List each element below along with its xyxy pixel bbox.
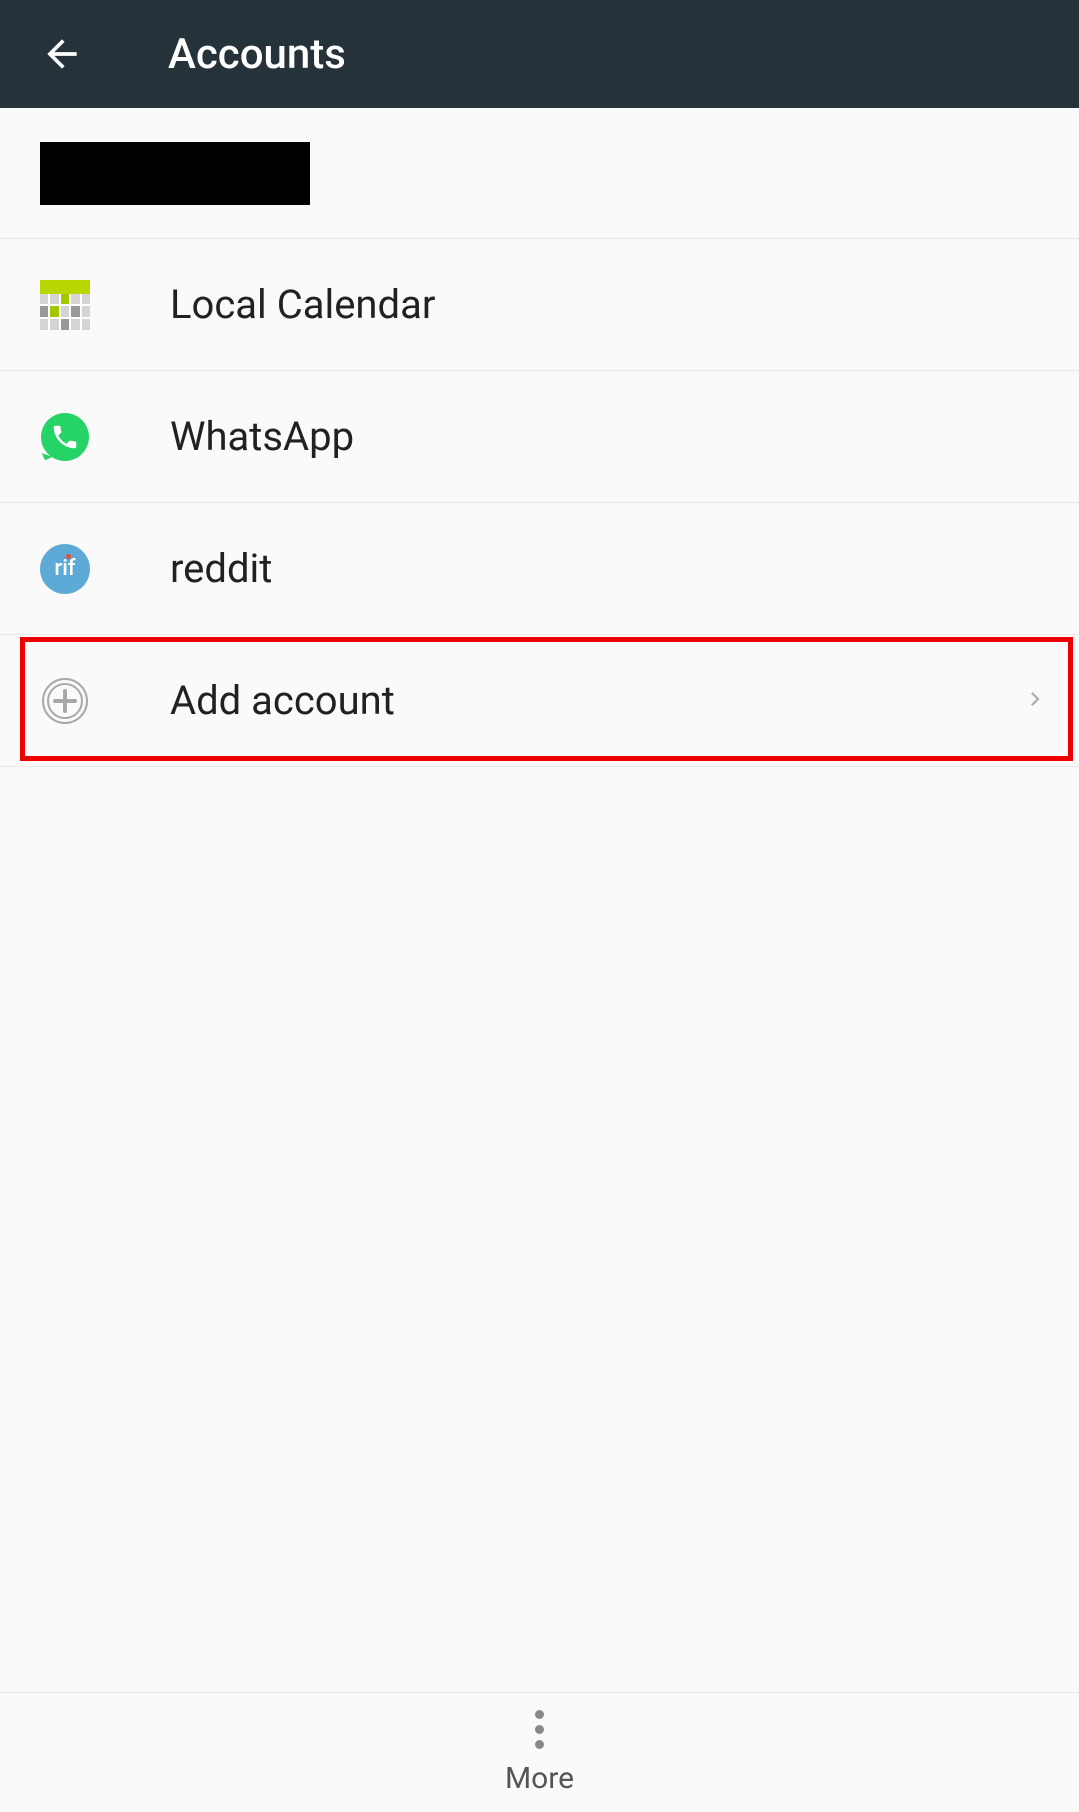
account-item-whatsapp[interactable]: WhatsApp (0, 371, 1079, 503)
plus-circle-icon (40, 676, 90, 726)
calendar-icon (40, 280, 90, 330)
add-account-label: Add account (170, 677, 395, 724)
more-menu-button[interactable] (535, 1710, 544, 1749)
add-account-button[interactable]: Add account (0, 635, 1079, 767)
accounts-list: Local Calendar WhatsApp rif reddit (0, 108, 1079, 767)
chevron-right-icon (1021, 685, 1049, 717)
app-header: Accounts (0, 0, 1079, 108)
redacted-account-row[interactable] (0, 108, 1079, 239)
account-item-local-calendar[interactable]: Local Calendar (0, 239, 1079, 371)
account-label: WhatsApp (170, 413, 354, 460)
dot-icon (535, 1740, 544, 1749)
account-label: reddit (170, 545, 272, 592)
page-title: Accounts (168, 30, 346, 79)
account-label: Local Calendar (170, 281, 435, 328)
rif-icon: rif (40, 544, 90, 594)
whatsapp-icon (40, 412, 90, 462)
dot-icon (535, 1710, 544, 1719)
back-button[interactable] (38, 30, 86, 78)
arrow-left-icon (40, 32, 84, 76)
rif-icon-text: rif (54, 556, 75, 581)
bottom-bar: More (0, 1692, 1079, 1812)
more-label: More (505, 1761, 574, 1796)
account-item-reddit[interactable]: rif reddit (0, 503, 1079, 635)
dot-icon (535, 1725, 544, 1734)
redacted-block (40, 142, 310, 205)
